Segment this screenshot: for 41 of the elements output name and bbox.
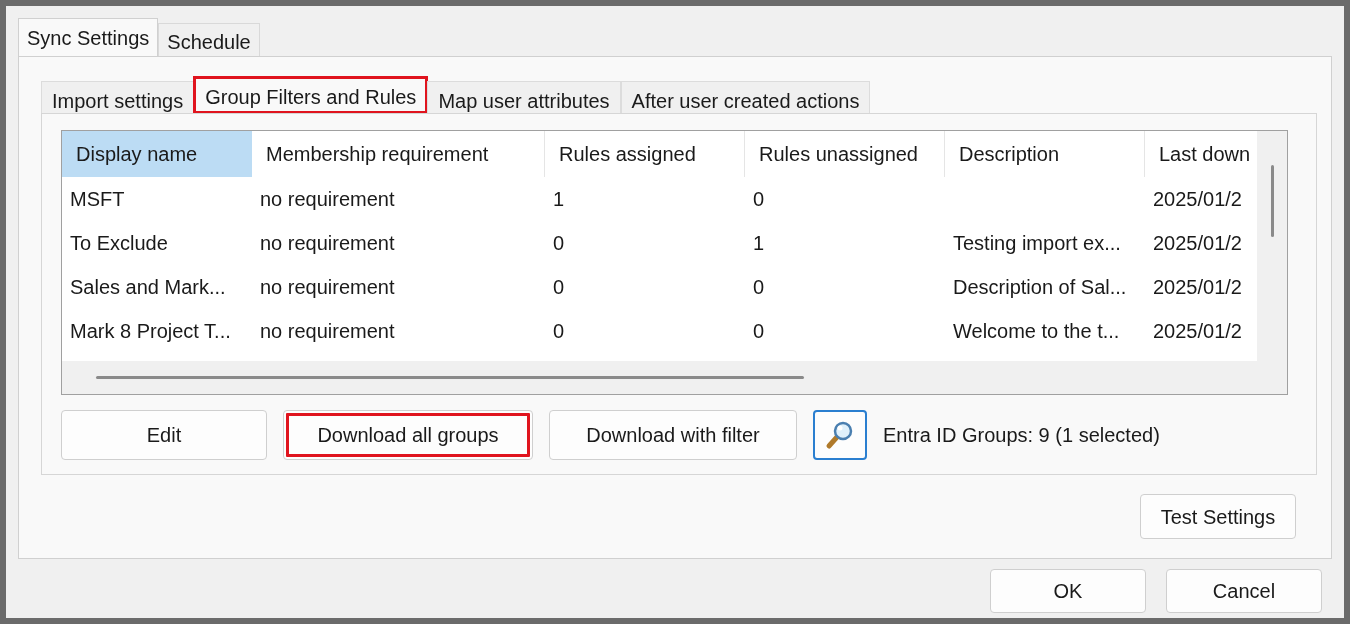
table-cell: 0	[753, 188, 765, 210]
table-cell: no requirement	[260, 232, 395, 254]
table-cell: Mark 8 Project T...	[70, 320, 231, 342]
tab[interactable]: Import settings	[41, 81, 195, 113]
action-button[interactable]: Edit	[61, 410, 267, 460]
table-cell: 1	[553, 188, 565, 210]
table-cell: MSFT	[70, 188, 125, 210]
action-button[interactable]: Download all groups	[283, 410, 533, 460]
search-icon	[825, 420, 855, 450]
tab[interactable]: Schedule	[158, 23, 260, 56]
table-cell: no requirement	[260, 188, 395, 210]
column-header[interactable]: Display name	[62, 131, 252, 177]
table-cell: Welcome to the t...	[953, 320, 1120, 342]
table-cell: 0	[753, 276, 765, 298]
table-cell: 2025/01/2	[1153, 320, 1242, 342]
test-settings-button[interactable]: Test Settings	[1140, 494, 1296, 539]
table-cell: 0	[553, 276, 565, 298]
table-cell: 1	[753, 232, 765, 254]
action-button[interactable]: Download with filter	[549, 410, 797, 460]
tab[interactable]: After user created actions	[620, 81, 871, 113]
table-cell: To Exclude	[70, 232, 168, 254]
group-count: Entra ID Groups: 9 (1 selected)	[883, 423, 1160, 448]
table-cell: 2025/01/2	[1153, 276, 1242, 298]
scrollbar-thumb[interactable]	[1270, 165, 1274, 237]
tab[interactable]: Group Filters and Rules	[194, 77, 428, 113]
table-cell: 2025/01/2	[1153, 232, 1242, 254]
dialog-button[interactable]: OK	[990, 569, 1146, 613]
dialog-button[interactable]: Cancel	[1166, 569, 1322, 613]
table-cell: Sales and Mark...	[70, 276, 226, 298]
table-cell: Description of Sal...	[953, 276, 1127, 298]
table-cell: no requirement	[260, 320, 395, 342]
table-cell: no requirement	[260, 276, 395, 298]
search-button[interactable]	[813, 410, 867, 460]
table-cell: 0	[553, 232, 565, 254]
table-cell: 0	[753, 320, 765, 342]
tab[interactable]: Map user attributes	[427, 81, 621, 113]
table-cell: Testing import ex...	[953, 232, 1121, 254]
table-cell: 2025/01/2	[1153, 188, 1242, 210]
tab[interactable]: Sync Settings	[18, 18, 159, 56]
scrollbar-thumb[interactable]	[96, 376, 804, 379]
table-cell: 0	[553, 320, 565, 342]
